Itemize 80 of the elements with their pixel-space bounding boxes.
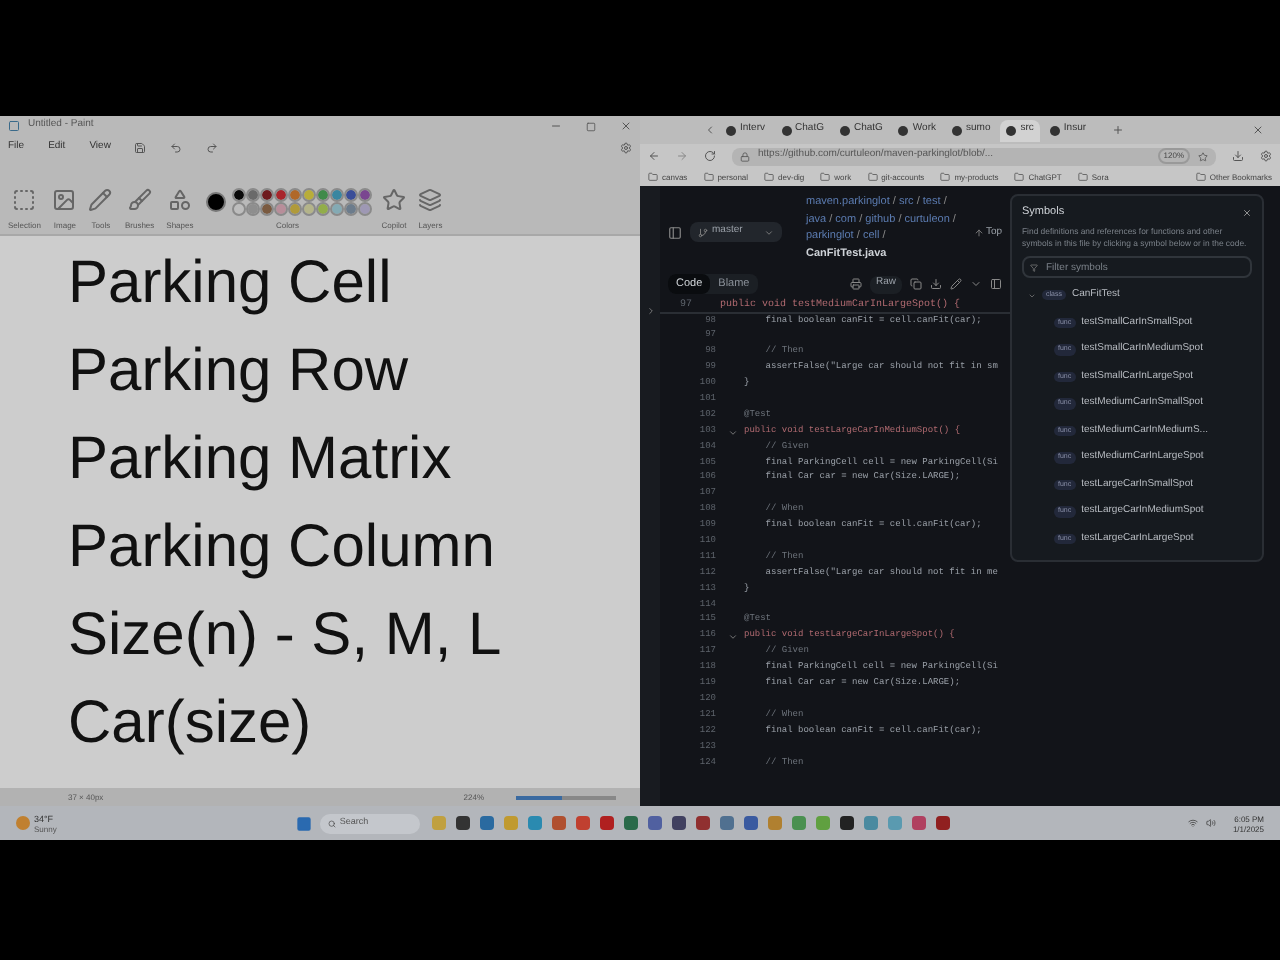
volume-icon[interactable]	[1206, 818, 1217, 828]
wifi-icon[interactable]	[1188, 818, 1199, 828]
fold-icon[interactable]	[727, 427, 737, 438]
brush-icon[interactable]	[127, 188, 152, 212]
handwritten-text: Size(n) - S, M, L	[68, 600, 502, 672]
color-swatch[interactable]	[359, 204, 370, 214]
image-icon[interactable]	[52, 188, 77, 212]
color-swatch[interactable]	[317, 204, 328, 214]
color-swatch[interactable]	[303, 204, 314, 214]
selection-icon[interactable]	[12, 188, 37, 212]
folder-icon	[1195, 172, 1206, 182]
color-swatch[interactable]	[289, 204, 300, 214]
paint-app-icon	[8, 120, 20, 132]
file-tree-icon[interactable]	[668, 226, 682, 240]
maximize-icon[interactable]	[586, 121, 596, 131]
color-swatch[interactable]	[233, 204, 244, 214]
reload-icon[interactable]	[704, 150, 716, 162]
download-icon[interactable]	[1232, 150, 1244, 162]
folder-icon	[1014, 172, 1025, 182]
close-icon[interactable]	[620, 120, 632, 132]
forward-icon[interactable]	[676, 150, 688, 162]
color-swatch[interactable]	[275, 204, 286, 214]
expand-icon[interactable]	[645, 306, 655, 316]
color-swatch[interactable]	[233, 190, 244, 200]
folder-icon	[764, 172, 775, 182]
canvas[interactable]: Parking Cell Parking Row Parking Matrix Parking Column Size(n) - S, M, L Car(size)	[0, 236, 640, 788]
branch-icon	[698, 227, 708, 237]
color-swatch[interactable]	[275, 190, 286, 200]
undo-icon[interactable]	[170, 142, 183, 154]
color-swatch[interactable]	[261, 204, 272, 214]
caret-icon	[763, 227, 774, 237]
color-swatch[interactable]	[261, 190, 272, 200]
color-swatch[interactable]	[345, 204, 356, 214]
color-swatch[interactable]	[247, 190, 258, 200]
tab-scroll-left-icon[interactable]	[704, 124, 716, 136]
star-icon[interactable]	[1198, 151, 1208, 161]
close-icon[interactable]	[1252, 124, 1264, 136]
symbols-panel-icon[interactable]	[990, 278, 1002, 290]
folder-icon	[867, 172, 878, 182]
arrow-up-icon	[973, 228, 984, 239]
color-swatch[interactable]	[317, 190, 328, 200]
handwritten-text: Parking Row	[68, 336, 409, 408]
color-swatch[interactable]	[303, 190, 314, 200]
handwritten-text: Car(size)	[68, 688, 312, 760]
extensions-icon[interactable]	[1260, 150, 1272, 162]
folder-icon	[703, 172, 714, 182]
layers-icon[interactable]	[418, 188, 443, 212]
print-icon[interactable]	[849, 278, 862, 290]
handwritten-text: Parking Cell	[68, 248, 392, 320]
fold-icon[interactable]	[727, 632, 737, 643]
new-tab-icon[interactable]	[1112, 124, 1125, 136]
start-icon[interactable]	[295, 815, 312, 831]
lock-icon	[740, 151, 750, 161]
shapes-icon[interactable]	[167, 188, 192, 212]
redo-icon[interactable]	[206, 142, 219, 154]
save-icon[interactable]	[134, 142, 147, 154]
back-icon[interactable]	[648, 150, 660, 162]
current-color-swatch[interactable]	[205, 192, 226, 212]
settings-icon[interactable]	[620, 142, 632, 154]
handwritten-text: Parking Column	[68, 512, 495, 584]
caret-icon[interactable]	[970, 278, 982, 290]
folder-icon	[940, 172, 951, 182]
download-icon[interactable]	[930, 278, 942, 290]
color-swatch[interactable]	[289, 190, 300, 200]
color-swatch[interactable]	[359, 190, 370, 200]
color-swatch[interactable]	[247, 204, 258, 214]
edit-icon[interactable]	[950, 278, 962, 290]
color-swatch[interactable]	[345, 190, 356, 200]
folder-icon	[820, 172, 831, 182]
folder-icon	[1077, 172, 1088, 182]
color-swatch[interactable]	[331, 190, 342, 200]
weather-icon[interactable]	[16, 816, 30, 830]
copy-icon[interactable]	[910, 278, 922, 290]
search-icon	[327, 819, 336, 827]
pencil-icon[interactable]	[88, 188, 113, 212]
minimize-icon[interactable]	[550, 120, 562, 132]
handwritten-text: Parking Matrix	[68, 424, 452, 496]
filter-icon	[1030, 263, 1038, 272]
color-swatch[interactable]	[331, 204, 342, 214]
folder-icon	[648, 172, 658, 182]
